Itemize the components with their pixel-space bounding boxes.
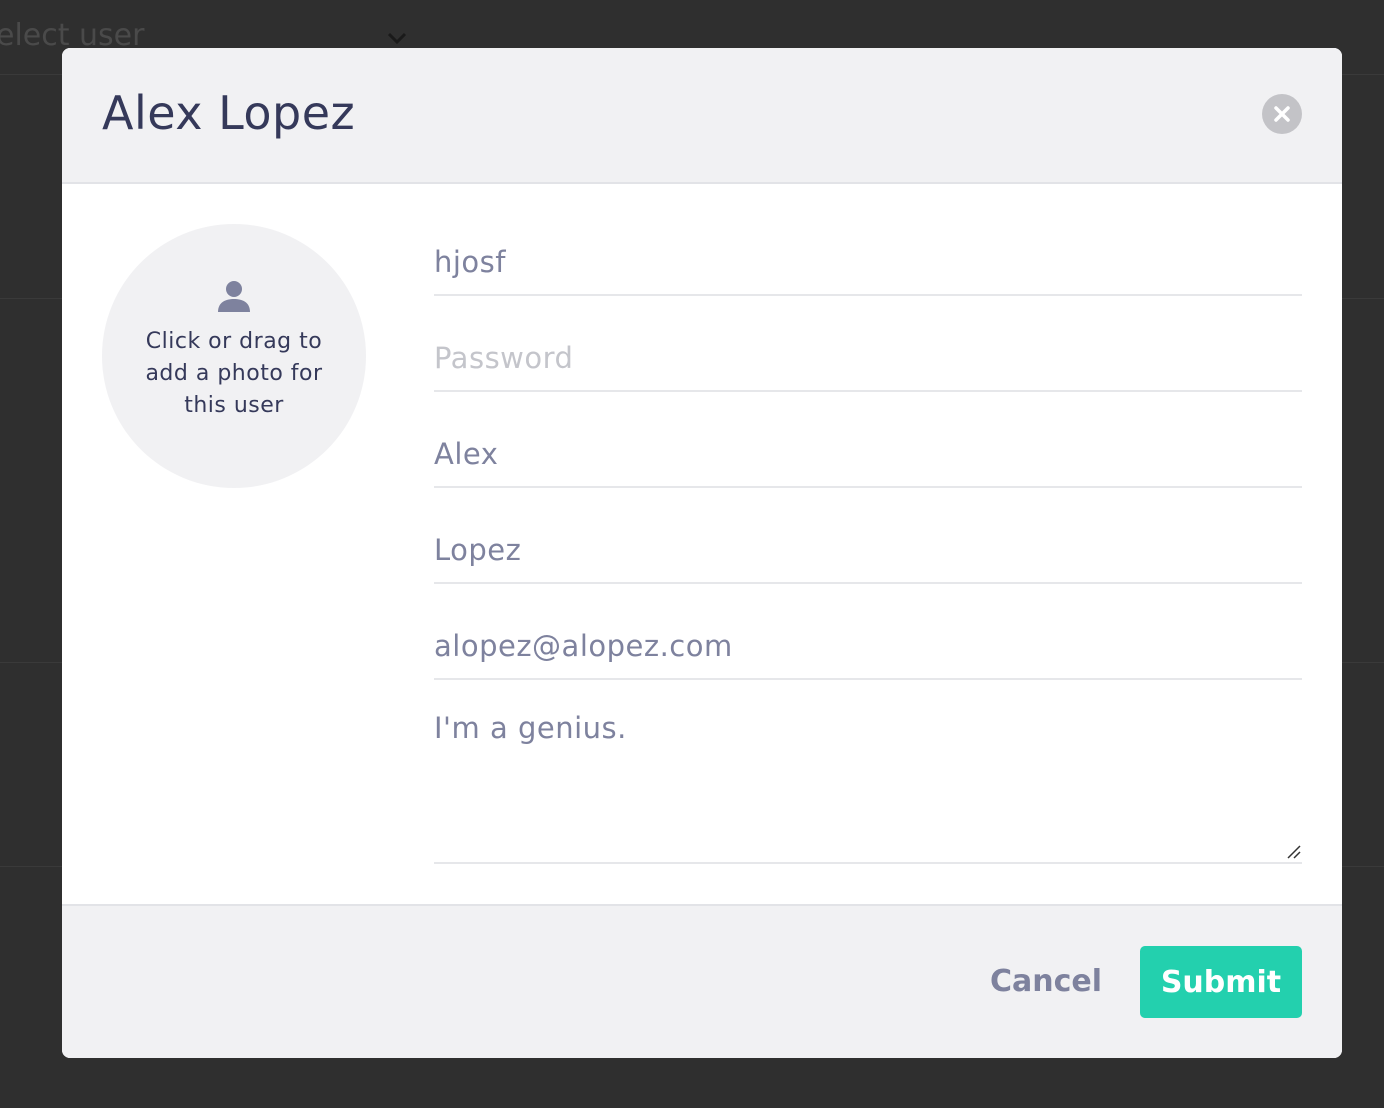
password-input[interactable] — [434, 336, 1302, 380]
bio-field-container: I'm a genius. — [434, 706, 1302, 864]
user-icon — [218, 281, 250, 312]
last-name-field-container — [434, 528, 1302, 584]
photo-upload-dropzone[interactable]: Click or drag to add a photo for this us… — [102, 224, 366, 488]
modal-title: Alex Lopez — [102, 86, 356, 140]
chevron-down-icon — [387, 32, 407, 45]
modal-header: Alex Lopez — [62, 48, 1342, 184]
close-button[interactable] — [1262, 94, 1302, 134]
username-input[interactable] — [434, 240, 1302, 284]
submit-button[interactable]: Submit — [1140, 946, 1302, 1018]
email-input[interactable] — [434, 624, 1302, 668]
first-name-input[interactable] — [434, 432, 1302, 476]
password-field-container — [434, 336, 1302, 392]
last-name-input[interactable] — [434, 528, 1302, 572]
bio-textarea[interactable]: I'm a genius. — [434, 706, 1302, 846]
close-icon — [1274, 106, 1290, 122]
email-field-container — [434, 624, 1302, 680]
photo-upload-text: Click or drag to add a photo for this us… — [145, 329, 323, 418]
username-field-container — [434, 240, 1302, 296]
first-name-field-container — [434, 432, 1302, 488]
edit-user-modal: Alex Lopez Click or drag to add a photo … — [62, 48, 1342, 1058]
modal-footer: Cancel Submit — [62, 904, 1342, 1058]
resize-handle-icon[interactable] — [1286, 844, 1302, 860]
cancel-button[interactable]: Cancel — [972, 946, 1102, 1018]
